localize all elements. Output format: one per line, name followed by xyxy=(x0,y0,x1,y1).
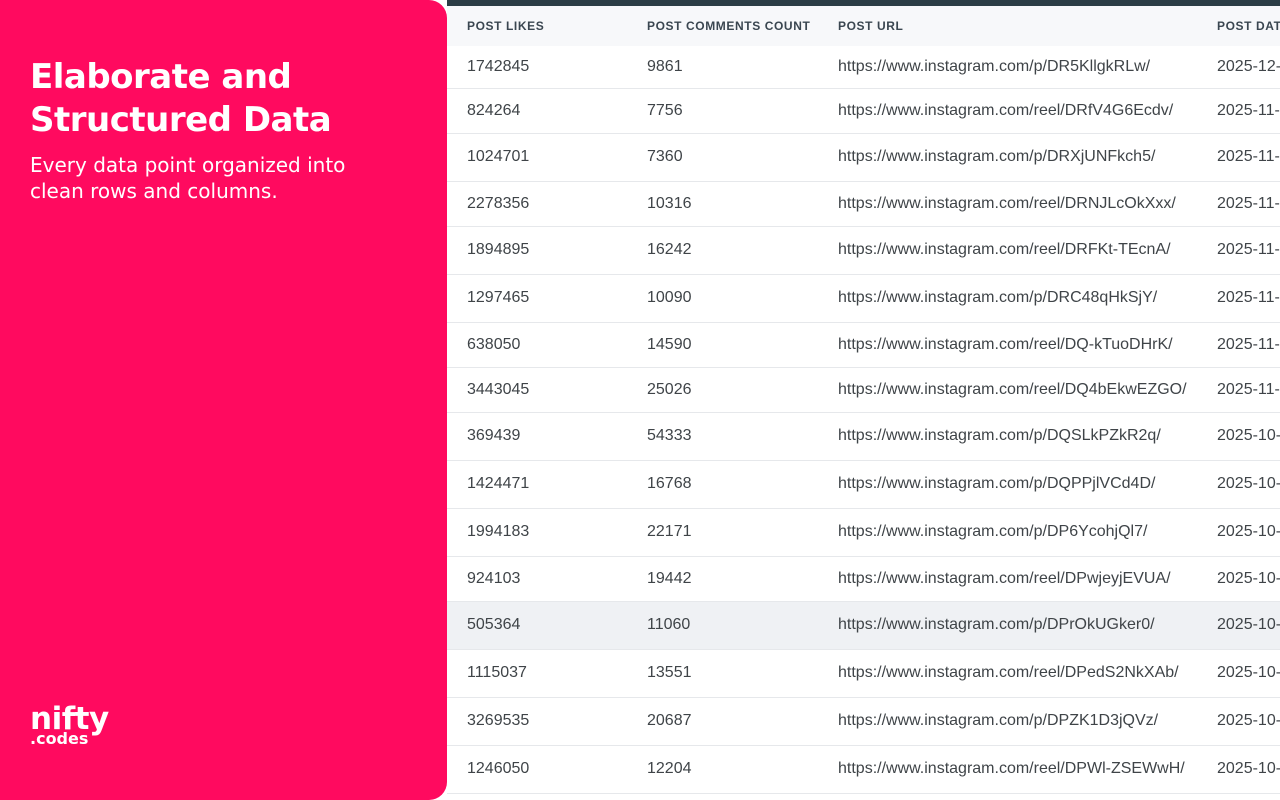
cell-post-url[interactable]: https://www.instagram.com/p/DPrOkUGker0/ xyxy=(818,601,1197,650)
column-header-post-date[interactable]: POST DAT xyxy=(1197,6,1280,46)
cell-post-url[interactable]: https://www.instagram.com/p/DQPPjlVCd4D/ xyxy=(818,460,1197,509)
cell-post-date: 2025-10- xyxy=(1197,697,1280,746)
cell-post-likes: 1297465 xyxy=(447,274,627,323)
table-row[interactable]: 3269535 20687 https://www.instagram.com/p/… xyxy=(447,697,1280,746)
cell-post-url[interactable]: https://www.instagram.com/p/DRXjUNFkch5/ xyxy=(818,133,1197,182)
table-row[interactable]: 3443045 25026 https://www.instagram.com/re… xyxy=(447,367,1280,413)
cell-post-comments-count: 13551 xyxy=(627,649,818,698)
cell-post-comments-count: 10090 xyxy=(627,274,818,323)
cell-post-likes: 824264 xyxy=(447,88,627,134)
cell-post-date: 2025-11- xyxy=(1197,181,1280,227)
cell-post-likes: 1894895 xyxy=(447,226,627,275)
table-row[interactable]: 824264 7756 https://www.instagram.com/reel… xyxy=(447,88,1280,134)
cell-post-date: 2025-11- xyxy=(1197,322,1280,368)
cell-post-likes: 3269535 xyxy=(447,697,627,746)
cell-post-url[interactable]: https://www.instagram.com/reel/DPedS2NkX… xyxy=(818,649,1197,698)
cell-post-comments-count: 7360 xyxy=(627,133,818,182)
cell-post-date: 2025-11- xyxy=(1197,274,1280,323)
column-header-post-comments-count[interactable]: POST COMMENTS COUNT xyxy=(627,6,818,46)
table-row[interactable]: 1994183 22171 https://www.instagram.com/p/… xyxy=(447,508,1280,557)
table-row[interactable]: 1424471 16768 https://www.instagram.com/p/… xyxy=(447,460,1280,509)
cell-post-comments-count: 19442 xyxy=(627,556,818,602)
cell-post-likes: 1424471 xyxy=(447,460,627,509)
cell-post-url[interactable]: https://www.instagram.com/reel/DPWl-ZSEW… xyxy=(818,745,1197,794)
cell-post-comments-count: 20687 xyxy=(627,697,818,746)
cell-post-likes: 1115037 xyxy=(447,649,627,698)
cell-post-likes: 1024701 xyxy=(447,133,627,182)
cell-post-date: 2025-10- xyxy=(1197,649,1280,698)
cell-post-url[interactable]: https://www.instagram.com/p/DQSLkPZkR2q/ xyxy=(818,412,1197,461)
table-row[interactable]: 369439 54333 https://www.instagram.com/p/D… xyxy=(447,412,1280,461)
cell-post-date: 2025-12- xyxy=(1197,46,1280,89)
table-row[interactable]: 1742845 9861 https://www.instagram.com/p/D… xyxy=(447,46,1280,89)
cell-post-comments-count: 25026 xyxy=(627,367,818,413)
cell-post-date: 2025-10- xyxy=(1197,460,1280,509)
cell-post-url[interactable]: https://www.instagram.com/p/DRC48qHkSjY/ xyxy=(818,274,1197,323)
table-row[interactable]: 1894895 16242 https://www.instagram.com/re… xyxy=(447,226,1280,275)
table-row[interactable]: 924103 19442 https://www.instagram.com/ree… xyxy=(447,556,1280,602)
cell-post-url[interactable]: https://www.instagram.com/p/DPZK1D3jQVz/ xyxy=(818,697,1197,746)
data-table-panel: POST LIKES POST COMMENTS COUNT POST URL … xyxy=(447,0,1280,800)
table-row[interactable]: 638050 14590 https://www.instagram.com/ree… xyxy=(447,322,1280,368)
cell-post-likes: 505364 xyxy=(447,601,627,650)
cell-post-likes: 2278356 xyxy=(447,181,627,227)
cell-post-comments-count: 12204 xyxy=(627,745,818,794)
promo-title: Elaborate and Structured Data xyxy=(30,57,332,140)
cell-post-date: 2025-11- xyxy=(1197,88,1280,134)
table-row[interactable]: 1297465 10090 https://www.instagram.com/p/… xyxy=(447,274,1280,323)
column-header-post-likes[interactable]: POST LIKES xyxy=(447,6,627,46)
nifty-codes-logo: nifty .codes xyxy=(30,704,109,747)
cell-post-likes: 3443045 xyxy=(447,367,627,413)
cell-post-likes: 369439 xyxy=(447,412,627,461)
column-header-post-url[interactable]: POST URL xyxy=(818,6,1197,46)
table-body: 1742845 9861 https://www.instagram.com/p/D… xyxy=(447,46,1280,794)
cell-post-url[interactable]: https://www.instagram.com/reel/DRFKt-TEc… xyxy=(818,226,1197,275)
table-row[interactable]: 505364 11060 https://www.instagram.com/p/D… xyxy=(447,601,1280,650)
table-row[interactable]: 1115037 13551 https://www.instagram.com/re… xyxy=(447,649,1280,698)
cell-post-date: 2025-11- xyxy=(1197,226,1280,275)
table-header-row: POST LIKES POST COMMENTS COUNT POST URL … xyxy=(447,6,1280,46)
promo-panel: Elaborate and Structured Data Every data… xyxy=(0,0,447,800)
cell-post-date: 2025-10- xyxy=(1197,601,1280,650)
cell-post-date: 2025-10- xyxy=(1197,508,1280,557)
cell-post-comments-count: 7756 xyxy=(627,88,818,134)
cell-post-comments-count: 16242 xyxy=(627,226,818,275)
cell-post-date: 2025-11- xyxy=(1197,133,1280,182)
cell-post-url[interactable]: https://www.instagram.com/p/DP6YcohjQl7/ xyxy=(818,508,1197,557)
posts-table: POST LIKES POST COMMENTS COUNT POST URL … xyxy=(447,6,1280,794)
cell-post-comments-count: 54333 xyxy=(627,412,818,461)
cell-post-comments-count: 22171 xyxy=(627,508,818,557)
cell-post-date: 2025-10- xyxy=(1197,556,1280,602)
cell-post-date: 2025-10- xyxy=(1197,412,1280,461)
cell-post-comments-count: 14590 xyxy=(627,322,818,368)
cell-post-likes: 924103 xyxy=(447,556,627,602)
cell-post-url[interactable]: https://www.instagram.com/reel/DRfV4G6Ec… xyxy=(818,88,1197,134)
cell-post-url[interactable]: https://www.instagram.com/p/DR5KllgkRLw/ xyxy=(818,46,1197,89)
cell-post-likes: 1994183 xyxy=(447,508,627,557)
cell-post-comments-count: 11060 xyxy=(627,601,818,650)
cell-post-url[interactable]: https://www.instagram.com/reel/DQ-kTuoDH… xyxy=(818,322,1197,368)
cell-post-comments-count: 9861 xyxy=(627,46,818,89)
cell-post-comments-count: 16768 xyxy=(627,460,818,509)
cell-post-date: 2025-10- xyxy=(1197,745,1280,794)
promo-subtitle: Every data point organized into clean ro… xyxy=(30,153,346,203)
cell-post-comments-count: 10316 xyxy=(627,181,818,227)
table-row[interactable]: 2278356 10316 https://www.instagram.com/re… xyxy=(447,181,1280,227)
table-row[interactable]: 1024701 7360 https://www.instagram.com/p/D… xyxy=(447,133,1280,182)
screen: Elaborate and Structured Data Every data… xyxy=(0,0,1280,800)
cell-post-likes: 1246050 xyxy=(447,745,627,794)
cell-post-url[interactable]: https://www.instagram.com/reel/DRNJLcOkX… xyxy=(818,181,1197,227)
table-row[interactable]: 1246050 12204 https://www.instagram.com/re… xyxy=(447,745,1280,794)
cell-post-url[interactable]: https://www.instagram.com/reel/DQ4bEkwEZ… xyxy=(818,367,1197,413)
cell-post-likes: 638050 xyxy=(447,322,627,368)
cell-post-date: 2025-11- xyxy=(1197,367,1280,413)
cell-post-likes: 1742845 xyxy=(447,46,627,89)
cell-post-url[interactable]: https://www.instagram.com/reel/DPwjeyjEV… xyxy=(818,556,1197,602)
